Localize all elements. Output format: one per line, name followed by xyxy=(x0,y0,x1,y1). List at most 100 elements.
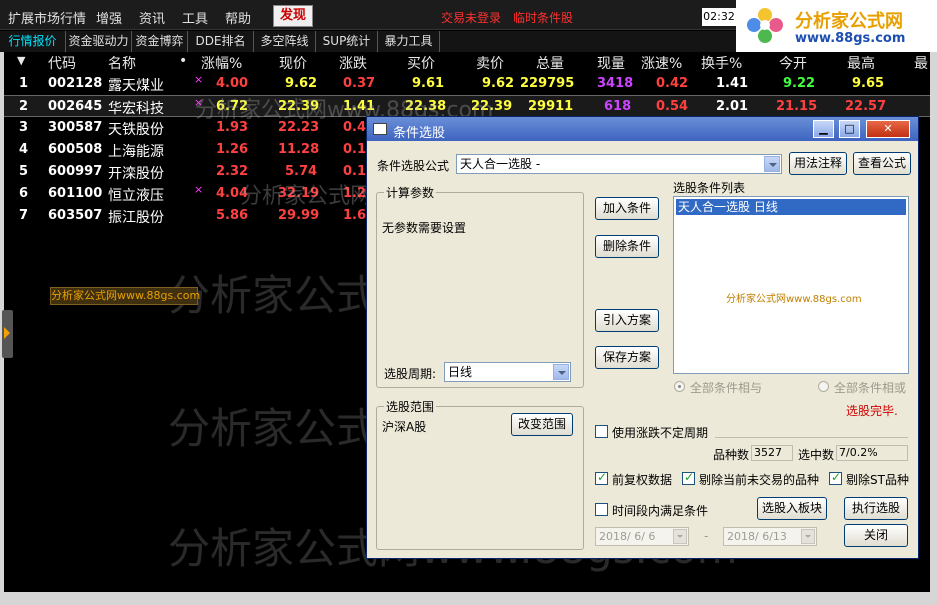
tab-dde-rank[interactable]: DDE排名 xyxy=(188,31,254,52)
uncertain-period-label[interactable]: 使用涨跌不定周期 xyxy=(612,424,708,441)
menu-tools[interactable]: 工具 xyxy=(182,8,208,27)
tab-fund-drive[interactable]: 资金驱动力 xyxy=(66,31,132,52)
watermark-badge: 分析家公式网www.88gs.com xyxy=(50,287,200,305)
tab-fund-game[interactable]: 资金博弈 xyxy=(132,31,188,52)
menu-extended-market[interactable]: 扩展市场行情 xyxy=(8,8,86,27)
bid: 9.61 xyxy=(412,76,445,91)
chevron-down-icon[interactable] xyxy=(801,529,815,544)
prior-adjust-label[interactable]: 前复权数据 xyxy=(612,471,672,488)
col-change-pct[interactable]: 涨幅% xyxy=(201,53,242,73)
speed: 0.42 xyxy=(656,76,689,91)
col-speed[interactable]: 涨速% xyxy=(641,53,682,73)
selected-value: 7/0.2% xyxy=(836,445,908,461)
exclude-untraded-label[interactable]: 剔除当前未交易的品种 xyxy=(699,471,819,488)
stock-code: 002128 xyxy=(48,76,103,91)
period-value: 日线 xyxy=(448,365,473,379)
minimize-button[interactable]: ▁ xyxy=(813,120,834,138)
import-plan-button[interactable]: 引入方案 xyxy=(595,309,659,332)
ask: 9.62 xyxy=(482,76,515,91)
clock: 02:32 xyxy=(702,8,736,26)
maximize-button[interactable]: □ xyxy=(839,120,860,138)
col-change[interactable]: 涨跌 xyxy=(339,53,367,73)
turnover: 2.01 xyxy=(716,99,749,114)
delete-condition-button[interactable]: 删除条件 xyxy=(595,235,659,258)
table-header: ▼ 代码 名称 • 涨幅% 现价 涨跌 买价 卖价 总量 现量 涨速% 换手% … xyxy=(0,52,937,72)
radio-all-and[interactable] xyxy=(674,381,685,392)
exclude-st-checkbox[interactable] xyxy=(829,470,842,485)
stock-code: 601100 xyxy=(48,186,103,201)
menu-help[interactable]: 帮助 xyxy=(225,8,251,27)
chevron-down-icon[interactable] xyxy=(673,529,687,544)
uncertain-period-field[interactable] xyxy=(715,423,908,438)
col-mark[interactable]: • xyxy=(179,53,187,69)
date-from-picker[interactable]: 2018/ 6/ 6 xyxy=(595,527,689,546)
timerange-label[interactable]: 时间段内满足条件 xyxy=(612,502,708,519)
view-formula-button[interactable]: 查看公式 xyxy=(853,152,911,175)
stock-code: 603507 xyxy=(48,208,103,223)
close-icon[interactable]: ✕ xyxy=(866,120,910,138)
radio-all-or-label[interactable]: 全部条件相或 xyxy=(834,379,906,396)
uncertain-period-checkbox[interactable] xyxy=(595,425,608,438)
radio-all-or[interactable] xyxy=(818,381,829,392)
temp-screen-status[interactable]: 临时条件股 xyxy=(513,9,573,26)
col-cur-volume[interactable]: 现量 xyxy=(597,53,625,73)
stock-name: 开滦股份 xyxy=(108,166,164,182)
col-code[interactable]: 代码 xyxy=(48,53,76,73)
window-icon xyxy=(373,123,387,135)
col-price[interactable]: 现价 xyxy=(279,53,307,73)
exclude-st-label[interactable]: 剔除ST品种 xyxy=(846,471,909,488)
period-select[interactable]: 日线 xyxy=(444,362,571,382)
tab-long-short[interactable]: 多空阵线 xyxy=(254,31,316,52)
row-index: 1 xyxy=(19,76,29,91)
speed: 0.54 xyxy=(656,99,689,114)
save-plan-button[interactable]: 保存方案 xyxy=(595,346,659,369)
col-turnover[interactable]: 换手% xyxy=(701,53,742,73)
tab-quote[interactable]: 行情报价 xyxy=(0,31,66,52)
frame-bottom xyxy=(0,592,937,605)
stock-name: 天铁股份 xyxy=(108,122,164,138)
close-button[interactable]: 关闭 xyxy=(844,524,908,547)
col-open[interactable]: 今开 xyxy=(779,53,807,73)
change: 0.1 xyxy=(343,142,367,157)
stock-code: 002645 xyxy=(48,99,103,114)
prior-adjust-checkbox[interactable] xyxy=(595,470,608,485)
tab-power-tools[interactable]: 暴力工具 xyxy=(378,31,440,52)
timerange-checkbox[interactable] xyxy=(595,503,608,516)
to-block-button[interactable]: 选股入板块 xyxy=(757,497,827,520)
menu-info[interactable]: 资讯 xyxy=(139,8,165,27)
add-condition-button[interactable]: 加入条件 xyxy=(595,197,659,220)
trade-login-status[interactable]: 交易未登录 xyxy=(441,9,501,26)
change-range-button[interactable]: 改变范围 xyxy=(511,413,573,436)
col-volume[interactable]: 总量 xyxy=(536,53,564,73)
stock-name: 振江股份 xyxy=(108,210,164,226)
col-bid[interactable]: 买价 xyxy=(407,53,435,73)
arrow-right-icon[interactable] xyxy=(4,327,10,339)
run-screen-button[interactable]: 执行选股 xyxy=(844,497,908,520)
radio-all-and-label[interactable]: 全部条件相与 xyxy=(690,379,762,396)
menu-enhance[interactable]: 增强 xyxy=(96,8,122,27)
cur-volume: 3418 xyxy=(597,76,634,91)
col-low[interactable]: 最 xyxy=(914,53,928,73)
sort-arrow-icon[interactable]: ▼ xyxy=(17,54,25,67)
price: 5.74 xyxy=(285,164,318,179)
dialog-titlebar[interactable]: 条件选股 ▁ □ ✕ xyxy=(367,117,918,141)
exclude-untraded-checkbox[interactable] xyxy=(682,470,695,485)
col-name[interactable]: 名称 xyxy=(108,53,136,73)
condition-list[interactable]: 天人合一选股 日线 分析家公式网www.88gs.com xyxy=(673,196,909,374)
frame-right xyxy=(930,52,937,605)
usage-notes-button[interactable]: 用法注释 xyxy=(789,152,847,175)
condition-list-label: 选股条件列表 xyxy=(673,181,746,195)
chevron-down-icon[interactable] xyxy=(764,156,780,172)
chevron-down-icon[interactable] xyxy=(553,364,569,380)
col-ask[interactable]: 卖价 xyxy=(476,53,504,73)
condition-list-item[interactable]: 天人合一选股 日线 xyxy=(676,199,906,215)
tab-sup-stats[interactable]: SUP统计 xyxy=(316,31,378,52)
col-high[interactable]: 最高 xyxy=(847,53,875,73)
date-to-picker[interactable]: 2018/ 6/13 xyxy=(723,527,817,546)
menu-discover[interactable]: 发现 xyxy=(273,5,313,27)
screen-status: 选股完毕. xyxy=(846,404,898,418)
date-from: 2018/ 6/ 6 xyxy=(599,530,656,543)
row-index: 4 xyxy=(19,142,29,157)
formula-select[interactable]: 天人合一选股 - xyxy=(456,154,782,174)
price: 11.28 xyxy=(278,142,320,157)
